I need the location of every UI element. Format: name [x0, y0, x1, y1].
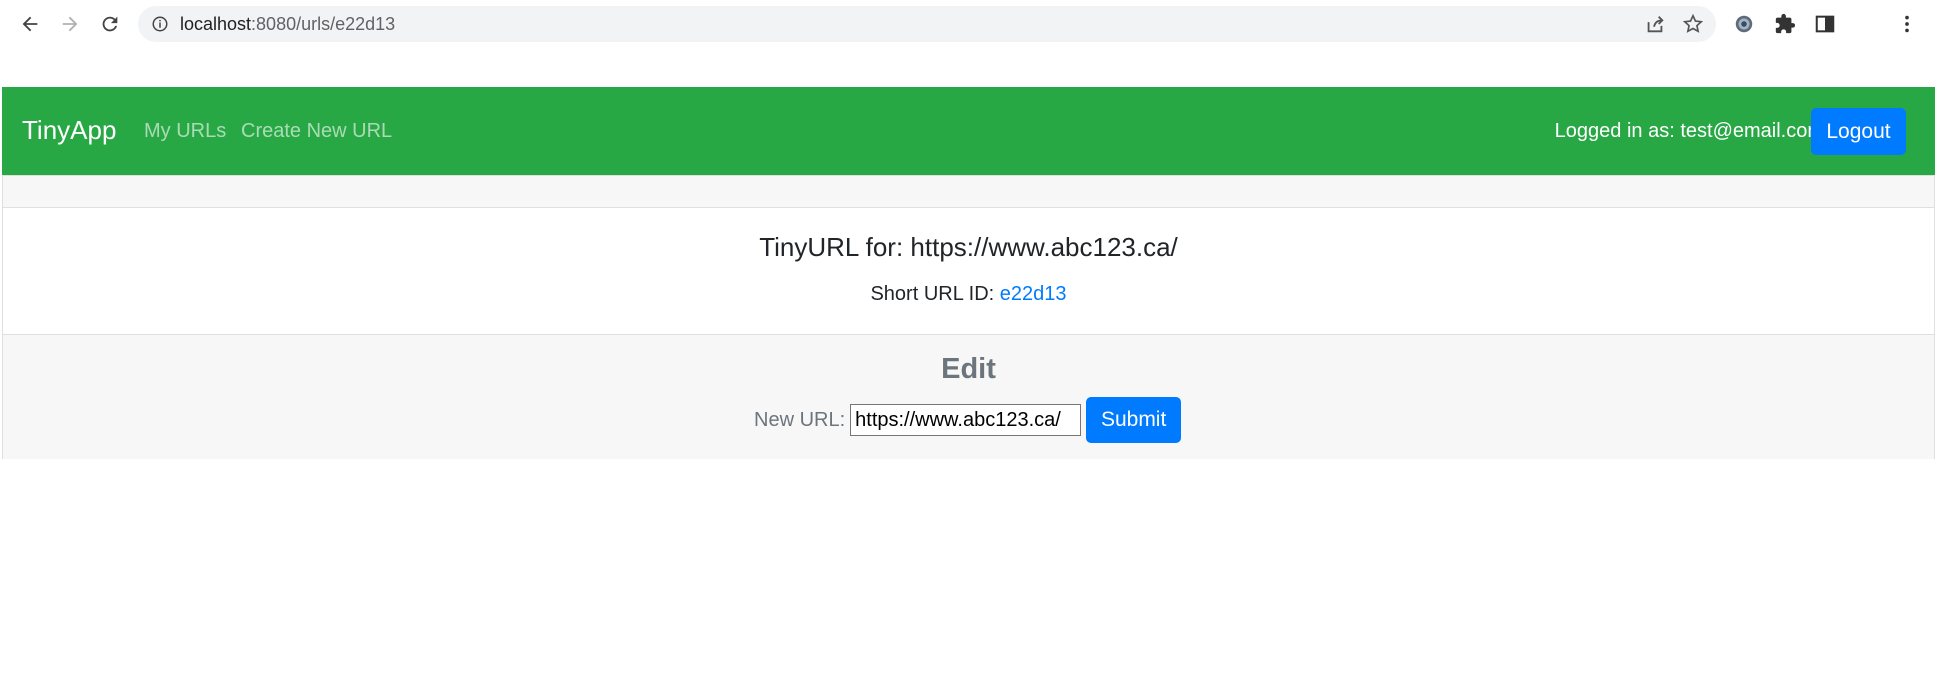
kebab-menu-icon[interactable]	[1893, 10, 1921, 38]
submit-button[interactable]: Submit	[1086, 397, 1182, 443]
forward-arrow-icon[interactable]	[54, 8, 86, 40]
gear-extension-icon[interactable]	[1730, 10, 1758, 38]
puzzle-icon[interactable]	[1771, 10, 1799, 38]
nav-link-create-new-url[interactable]: Create New URL	[241, 120, 392, 143]
browser-toolbar: localhost:8080/urls/e22d13	[0, 0, 1935, 48]
logout-button[interactable]: Logout	[1811, 108, 1906, 155]
url-card: TinyURL for: https://www.abc123.ca/ Shor…	[2, 175, 1935, 459]
url-host: localhost	[180, 13, 252, 34]
reload-icon[interactable]	[94, 8, 126, 40]
new-url-label: New URL:	[754, 408, 846, 431]
short-url-line: Short URL ID: e22d13	[3, 283, 1934, 306]
nav-link-my-urls[interactable]: My URLs	[144, 120, 226, 143]
site-info-icon[interactable]	[148, 12, 172, 36]
address-bar[interactable]: localhost:8080/urls/e22d13	[138, 6, 1716, 42]
card-header	[3, 176, 1934, 208]
short-url-label: Short URL ID:	[870, 283, 1000, 305]
card-body: TinyURL for: https://www.abc123.ca/ Shor…	[3, 208, 1934, 334]
logged-in-text: Logged in as: test@email.com	[1554, 120, 1824, 142]
card-title: TinyURL for: https://www.abc123.ca/	[759, 232, 1178, 262]
app-navbar: TinyApp My URLs Create New URL Logged in…	[2, 87, 1935, 175]
short-url-link[interactable]: e22d13	[1000, 283, 1067, 305]
edit-section: Edit New URL: Submit	[3, 334, 1934, 459]
brand-link[interactable]: TinyApp	[22, 115, 116, 146]
star-icon[interactable]	[1681, 12, 1705, 36]
side-panel-icon[interactable]	[1811, 10, 1839, 38]
url-path: :8080/urls/e22d13	[251, 13, 396, 34]
url-text[interactable]: localhost:8080/urls/e22d13	[180, 14, 395, 35]
edit-form: New URL: Submit	[754, 397, 1182, 443]
new-url-input[interactable]	[850, 404, 1082, 436]
edit-heading: Edit	[941, 353, 996, 385]
back-arrow-icon[interactable]	[14, 8, 46, 40]
share-icon[interactable]	[1643, 12, 1667, 36]
